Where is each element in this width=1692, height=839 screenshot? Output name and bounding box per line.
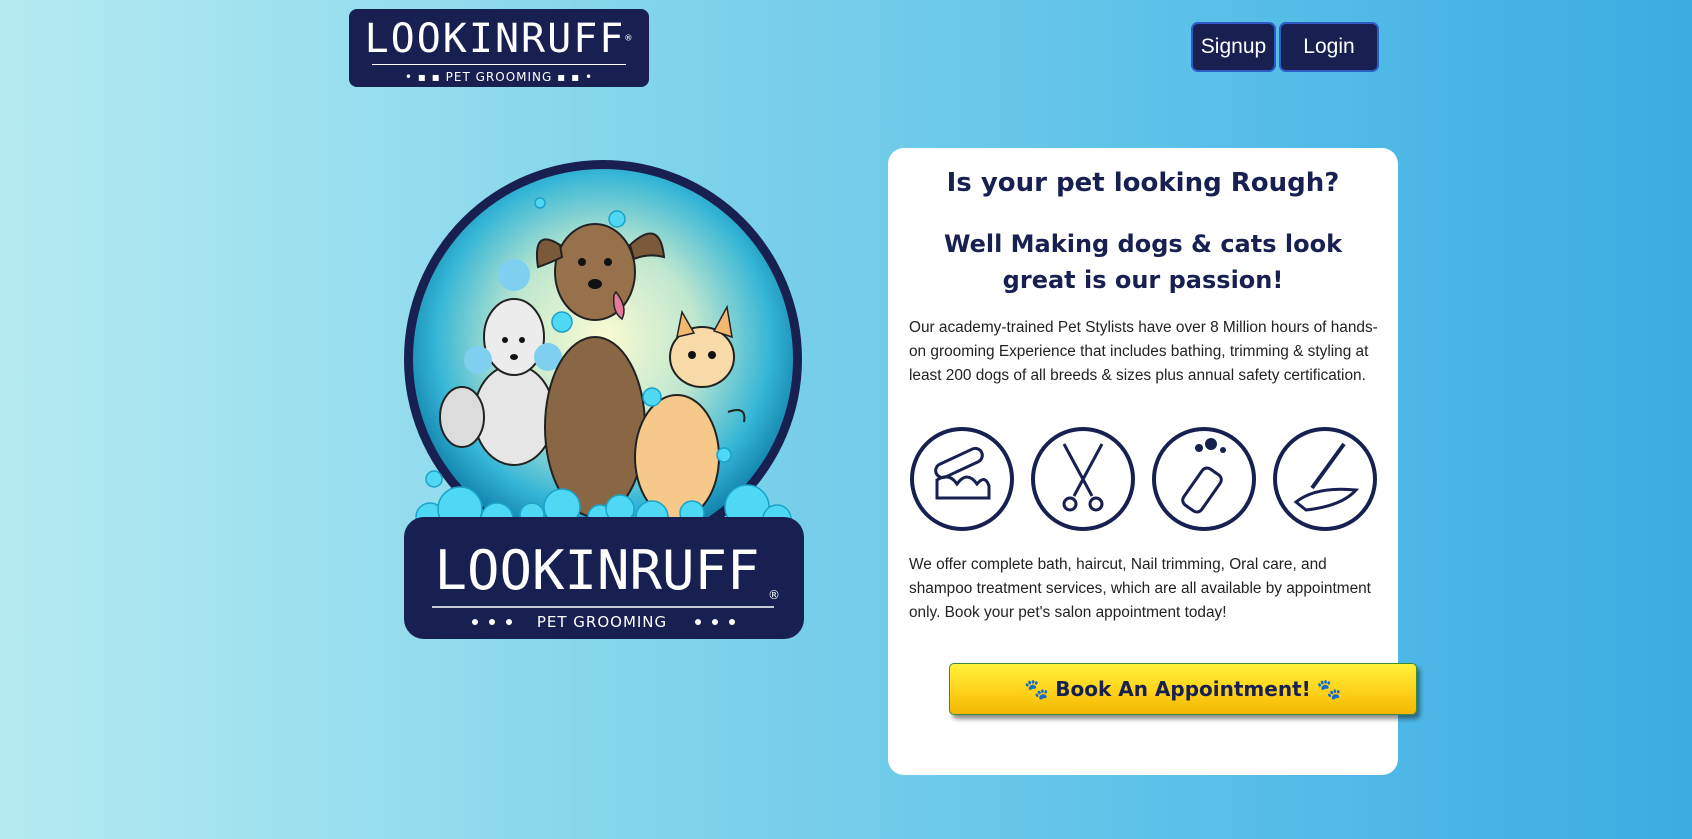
card-intro: Our academy-trained Pet Stylists have ov… xyxy=(909,319,1378,384)
services-icons xyxy=(909,426,1379,536)
header-logo-rule xyxy=(372,64,626,65)
book-appointment-label: Book An Appointment! xyxy=(1055,677,1311,701)
paw-icon: 🐾 xyxy=(1316,677,1342,701)
card-title: Is your pet looking Rough? xyxy=(946,168,1340,198)
toothbrush-icon xyxy=(1272,426,1378,532)
hero-logo-reg: ® xyxy=(768,588,780,602)
card-services-text: We offer complete bath, haircut, Nail tr… xyxy=(909,556,1371,621)
paw-icon: 🐾 xyxy=(1024,677,1050,701)
header-logo-tagline: • ▪ ▪ PET GROOMING ▪ ▪ • xyxy=(404,70,594,84)
hero-illustration: LOOKINRUFF ® PET GROOMING xyxy=(402,157,804,639)
login-button[interactable]: Login xyxy=(1279,22,1379,72)
info-card: Is your pet looking Rough? Well Making d… xyxy=(888,148,1417,775)
scissors-icon xyxy=(1030,426,1136,532)
hero-logo-name: LOOKINRUFF xyxy=(434,539,759,602)
shampoo-bottle-icon xyxy=(1151,426,1257,532)
nail-trimming-icon xyxy=(909,426,1015,532)
signup-button[interactable]: Signup xyxy=(1191,22,1276,72)
pets-illustration: LOOKINRUFF ® PET GROOMING xyxy=(404,160,804,639)
book-appointment-button[interactable]: 🐾 Book An Appointment! 🐾 xyxy=(949,663,1417,715)
hero-logo-tagline: PET GROOMING xyxy=(537,613,667,631)
card-subtitle: Well Making dogs & cats look great is ou… xyxy=(943,230,1343,294)
header-logo[interactable]: LOOKINRUFF® • ▪ ▪ PET GROOMING ▪ ▪ • xyxy=(349,9,649,87)
header-logo-name: LOOKINRUFF® xyxy=(364,16,634,62)
paw-icon: ▪ ▪ • xyxy=(557,70,594,84)
paw-icon: • ▪ ▪ xyxy=(404,70,441,84)
